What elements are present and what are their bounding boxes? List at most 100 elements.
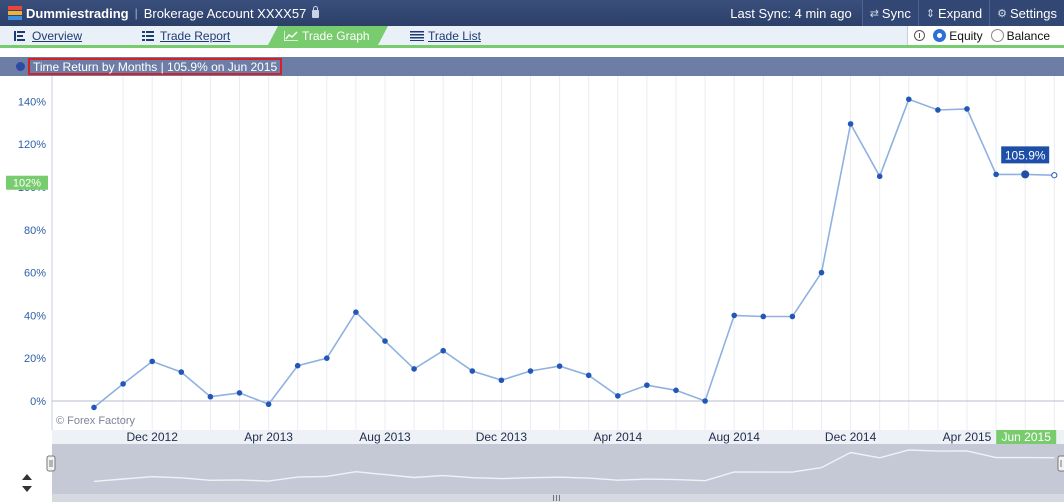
y-tick-label: 80% [24, 225, 46, 237]
brand[interactable]: Dummiestrading | Brokerage Account XXXX5… [0, 0, 320, 26]
equity-radio[interactable] [933, 29, 947, 42]
divider: | [134, 6, 138, 20]
data-point[interactable] [847, 121, 854, 127]
info-icon[interactable] [914, 30, 926, 41]
chart-title-bar: Time Return by Months | 105.9% on Jun 20… [0, 57, 1064, 76]
sync-button[interactable]: ⇄ Sync [861, 0, 918, 26]
data-point[interactable] [469, 368, 476, 374]
list-icon [14, 31, 25, 41]
brand-name: Dummiestrading [26, 5, 129, 21]
tab-trade-report-label: Trade Report [160, 28, 231, 43]
data-point[interactable] [353, 309, 359, 315]
x-tick-label: Apr 2015 [943, 430, 992, 444]
data-point[interactable] [906, 96, 912, 103]
data-point[interactable] [91, 404, 97, 411]
tab-overview-label: Overview [32, 28, 83, 43]
x-tick-label: Jun 2015 [1002, 430, 1052, 444]
data-point[interactable] [964, 106, 970, 112]
x-tick-label: Aug 2013 [359, 430, 411, 444]
mode-toggle: Equity Balance [907, 26, 1064, 45]
navigator-window[interactable] [52, 444, 1064, 494]
data-point[interactable] [556, 363, 563, 369]
data-point[interactable] [527, 368, 534, 374]
top-bar: Dummiestrading | Brokerage Account XXXX5… [0, 0, 1064, 26]
gear-icon: ⚙ [997, 7, 1008, 20]
data-point[interactable] [615, 393, 621, 399]
line-chart-icon [284, 31, 298, 41]
lock-icon [312, 6, 320, 18]
logo-icon [8, 6, 22, 20]
data-point[interactable] [731, 312, 737, 319]
x-tick-label: Apr 2014 [593, 430, 642, 444]
equity-label: Equity [949, 28, 983, 43]
tab-trade-graph-label: Trade Graph [302, 28, 370, 43]
data-point[interactable] [818, 269, 825, 276]
account-name: Brokerage Account XXXX57 [143, 5, 307, 21]
y-tick-label: 140% [18, 96, 46, 108]
data-point[interactable] [324, 355, 330, 362]
data-point[interactable] [382, 338, 388, 344]
y-tick-label: 60% [24, 268, 46, 280]
tooltip-label: 105.9% [1005, 148, 1046, 162]
tab-bar: Overview Trade Report Trade Graph Trade … [0, 26, 1064, 48]
y-tick-label: 40% [24, 310, 46, 322]
x-tick-label: Dec 2013 [476, 430, 528, 444]
tab-overview[interactable]: Overview [0, 26, 128, 45]
y-tick-label: 20% [24, 353, 46, 365]
tab-trade-list-label: Trade List [428, 28, 481, 43]
settings-button[interactable]: ⚙ Settings [989, 0, 1064, 26]
data-point[interactable] [644, 382, 650, 388]
watermark: © Forex Factory [56, 415, 136, 427]
expand-icon: ⇕ [925, 7, 936, 20]
data-point[interactable] [760, 313, 767, 320]
x-tick-label: Dec 2012 [127, 430, 179, 444]
balance-label: Balance [1006, 28, 1050, 43]
chart-title: Time Return by Months | 105.9% on Jun 20… [28, 58, 283, 75]
current-value-label: 102% [13, 178, 41, 190]
data-point[interactable] [294, 362, 301, 369]
series-dot-icon [16, 62, 25, 71]
lines-icon [410, 31, 424, 41]
data-point[interactable] [149, 358, 155, 365]
x-tick-label: Dec 2014 [825, 430, 877, 444]
x-tick-label: Apr 2013 [244, 430, 293, 444]
data-point[interactable] [498, 377, 505, 384]
data-point[interactable] [178, 369, 185, 375]
tooltip: 105.9% [1001, 146, 1050, 164]
x-axis-strip [52, 430, 1064, 444]
data-point[interactable] [236, 390, 243, 396]
data-point[interactable] [207, 393, 214, 400]
data-point[interactable] [673, 387, 679, 394]
data-point[interactable] [585, 372, 592, 379]
navigator-right-handle[interactable] [1057, 455, 1064, 472]
x-tick-label: Aug 2014 [709, 430, 761, 444]
data-point[interactable] [120, 381, 126, 387]
data-point[interactable] [789, 313, 796, 320]
navigator-left-handle[interactable] [46, 455, 56, 472]
data-point[interactable] [993, 171, 999, 178]
y-tick-label: 0% [30, 396, 46, 408]
tab-trade-graph[interactable]: Trade Graph [268, 26, 388, 45]
current-value-badge: 102% [6, 175, 48, 190]
data-point[interactable] [265, 401, 272, 408]
balance-radio[interactable] [990, 29, 1004, 42]
sync-icon: ⇄ [869, 7, 879, 20]
data-point[interactable] [702, 398, 708, 404]
tab-trade-list[interactable]: Trade List [396, 26, 526, 45]
table-icon [142, 31, 154, 41]
data-point[interactable] [935, 107, 941, 113]
data-point-highlighted[interactable] [1021, 170, 1030, 179]
data-point[interactable] [440, 347, 447, 354]
sync-label: Sync [881, 5, 911, 21]
trade-graph-chart: 0%20%40%60%80%100%120%140% 102% 105.9% ©… [0, 76, 1064, 502]
data-point[interactable] [876, 173, 883, 180]
tab-trade-report[interactable]: Trade Report [128, 26, 268, 45]
data-point[interactable] [1051, 172, 1058, 179]
navigator-scrollbar[interactable] [52, 494, 1064, 502]
expand-button[interactable]: ⇕ Expand [917, 0, 990, 26]
data-point[interactable] [411, 366, 417, 372]
settings-label: Settings [1010, 5, 1057, 21]
y-tick-label: 120% [18, 139, 46, 151]
sync-status: Last Sync: 4 min ago [730, 5, 852, 21]
expand-label: Expand [938, 5, 983, 21]
